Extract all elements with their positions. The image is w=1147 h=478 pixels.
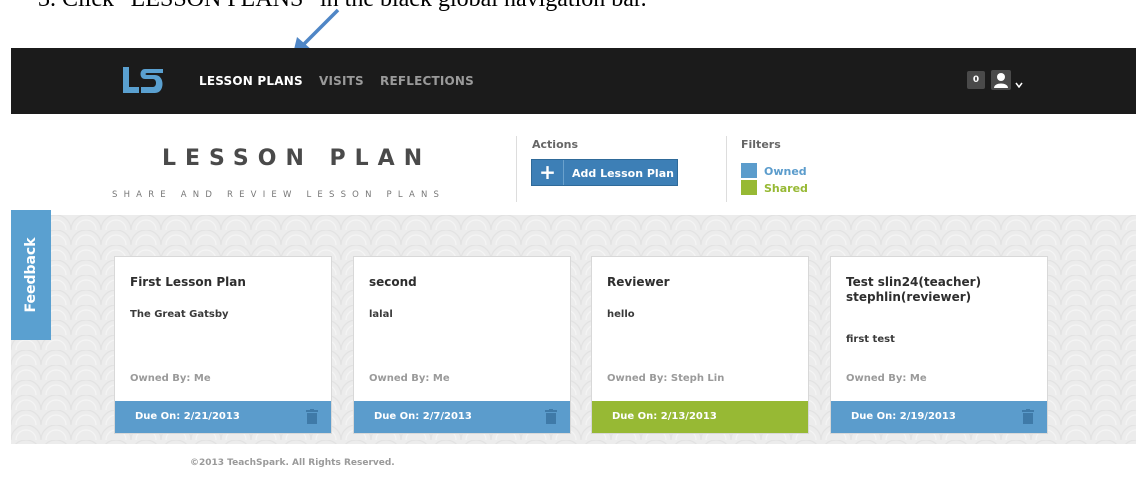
trash-icon[interactable] (545, 409, 557, 424)
card-owner: Owned By: Me (369, 373, 450, 384)
header-divider (726, 136, 727, 202)
filter-owned-label: Owned (764, 165, 807, 178)
filter-shared-label: Shared (764, 182, 808, 195)
add-lesson-plan-label: Add Lesson Plan (572, 167, 674, 180)
chevron-down-icon (1015, 82, 1023, 88)
card-due-date: Due On: 2/13/2013 (612, 411, 717, 422)
feedback-tab[interactable]: Feedback (11, 210, 51, 340)
card-due-date: Due On: 2/7/2013 (374, 411, 472, 422)
nav-reflections-link[interactable]: REFLECTIONS (380, 74, 474, 88)
card-description: The Great Gatsby (130, 309, 229, 320)
nav-visits-link[interactable]: VISITS (319, 74, 364, 88)
actions-label: Actions (532, 138, 578, 151)
copyright-footer: ©2013 TeachSpark. All Rights Reserved. (190, 458, 395, 468)
header-divider (516, 136, 517, 202)
lesson-plan-card[interactable]: second lalal Owned By: Me Due On: 2/7/20… (353, 256, 571, 434)
card-description: first test (846, 334, 895, 345)
card-owner: Owned By: Me (846, 373, 927, 384)
page-subtitle: SHARE AND REVIEW LESSON PLANS (112, 190, 446, 200)
card-due-date: Due On: 2/19/2013 (851, 411, 956, 422)
card-footer: Due On: 2/7/2013 (354, 401, 570, 433)
card-due-date: Due On: 2/21/2013 (135, 411, 240, 422)
trash-icon[interactable] (1022, 409, 1034, 424)
add-lesson-plan-button[interactable]: + Add Lesson Plan (531, 159, 678, 186)
feedback-label: Feedback (23, 237, 39, 313)
global-navigation-bar: LESSON PLANS VISITS REFLECTIONS 0 (11, 48, 1136, 114)
card-footer: Due On: 2/19/2013 (831, 401, 1047, 433)
card-description: hello (607, 309, 635, 320)
owned-swatch (741, 163, 757, 178)
card-owner: Owned By: Steph Lin (607, 373, 725, 384)
filters-label: Filters (741, 138, 781, 151)
nav-lesson-plans-link[interactable]: LESSON PLANS (199, 74, 303, 88)
card-title: Test slin24(teacher) stephlin(reviewer) (846, 275, 982, 304)
card-owner: Owned By: Me (130, 373, 211, 384)
user-menu-button[interactable] (991, 70, 1029, 92)
notification-count-badge[interactable]: 0 (967, 71, 985, 89)
teachspark-logo-icon[interactable] (121, 65, 165, 95)
card-footer: Due On: 2/21/2013 (115, 401, 331, 433)
lesson-plan-card[interactable]: Test slin24(teacher) stephlin(reviewer) … (830, 256, 1048, 434)
lesson-plan-card[interactable]: First Lesson Plan The Great Gatsby Owned… (114, 256, 332, 434)
card-title: second (369, 275, 417, 289)
shared-swatch (741, 180, 757, 195)
page-title: LESSON PLAN (162, 146, 432, 171)
card-title: Reviewer (607, 275, 670, 289)
card-footer: Due On: 2/13/2013 (592, 401, 808, 433)
lesson-plan-card[interactable]: Reviewer hello Owned By: Steph Lin Due O… (591, 256, 809, 434)
card-title: First Lesson Plan (130, 275, 246, 289)
plus-icon: + (532, 160, 564, 185)
user-icon (991, 70, 1011, 90)
card-description: lalal (369, 309, 393, 320)
trash-icon[interactable] (306, 409, 318, 424)
